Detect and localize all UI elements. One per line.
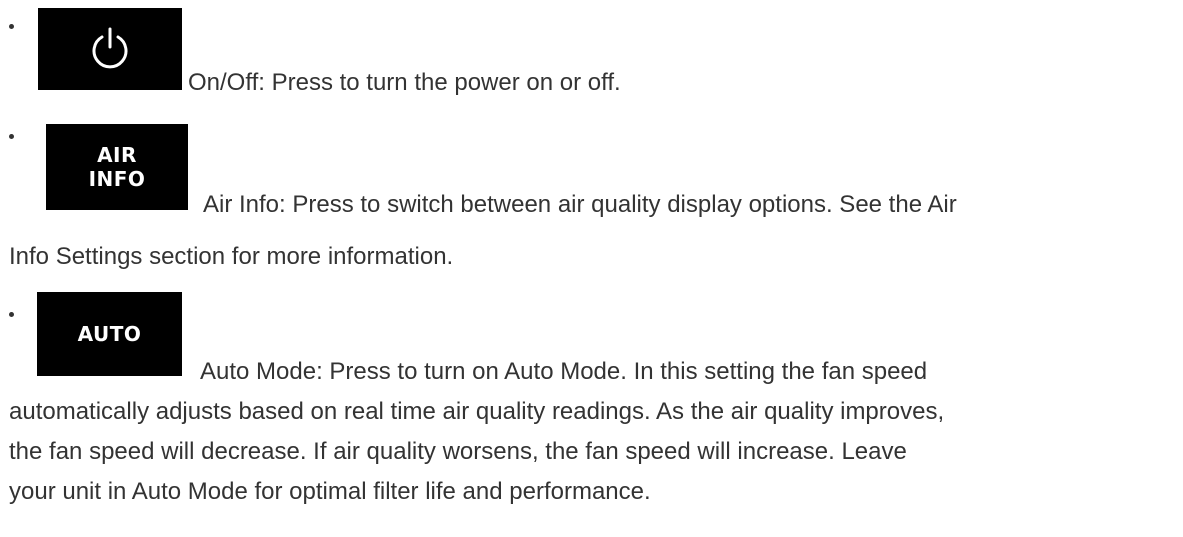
bullet [9,24,14,29]
bullet [9,312,14,317]
auto-description-line4: your unit in Auto Mode for optimal filte… [9,478,651,505]
air-info-icon-label-line2: INFO [88,167,146,191]
bullet [9,134,14,139]
air-info-icon-label-line1: AIR [97,143,137,167]
air-info-icon: AIR INFO [46,124,188,210]
power-icon [38,8,182,90]
auto-description-line2: automatically adjusts based on real time… [9,398,945,425]
auto-icon-label: AUTO [77,322,142,346]
air-info-description-line2: Info Settings section for more informati… [9,243,454,270]
on-off-description: On/Off: Press to turn the power on or of… [188,69,621,96]
air-info-description-line1: Air Info: Press to switch between air qu… [203,191,957,218]
power-symbol-icon [92,27,128,69]
auto-icon: AUTO [37,292,182,376]
auto-description-line1: Auto Mode: Press to turn on Auto Mode. I… [200,358,928,385]
auto-description-line3: the fan speed will decrease. If air qual… [9,438,907,465]
